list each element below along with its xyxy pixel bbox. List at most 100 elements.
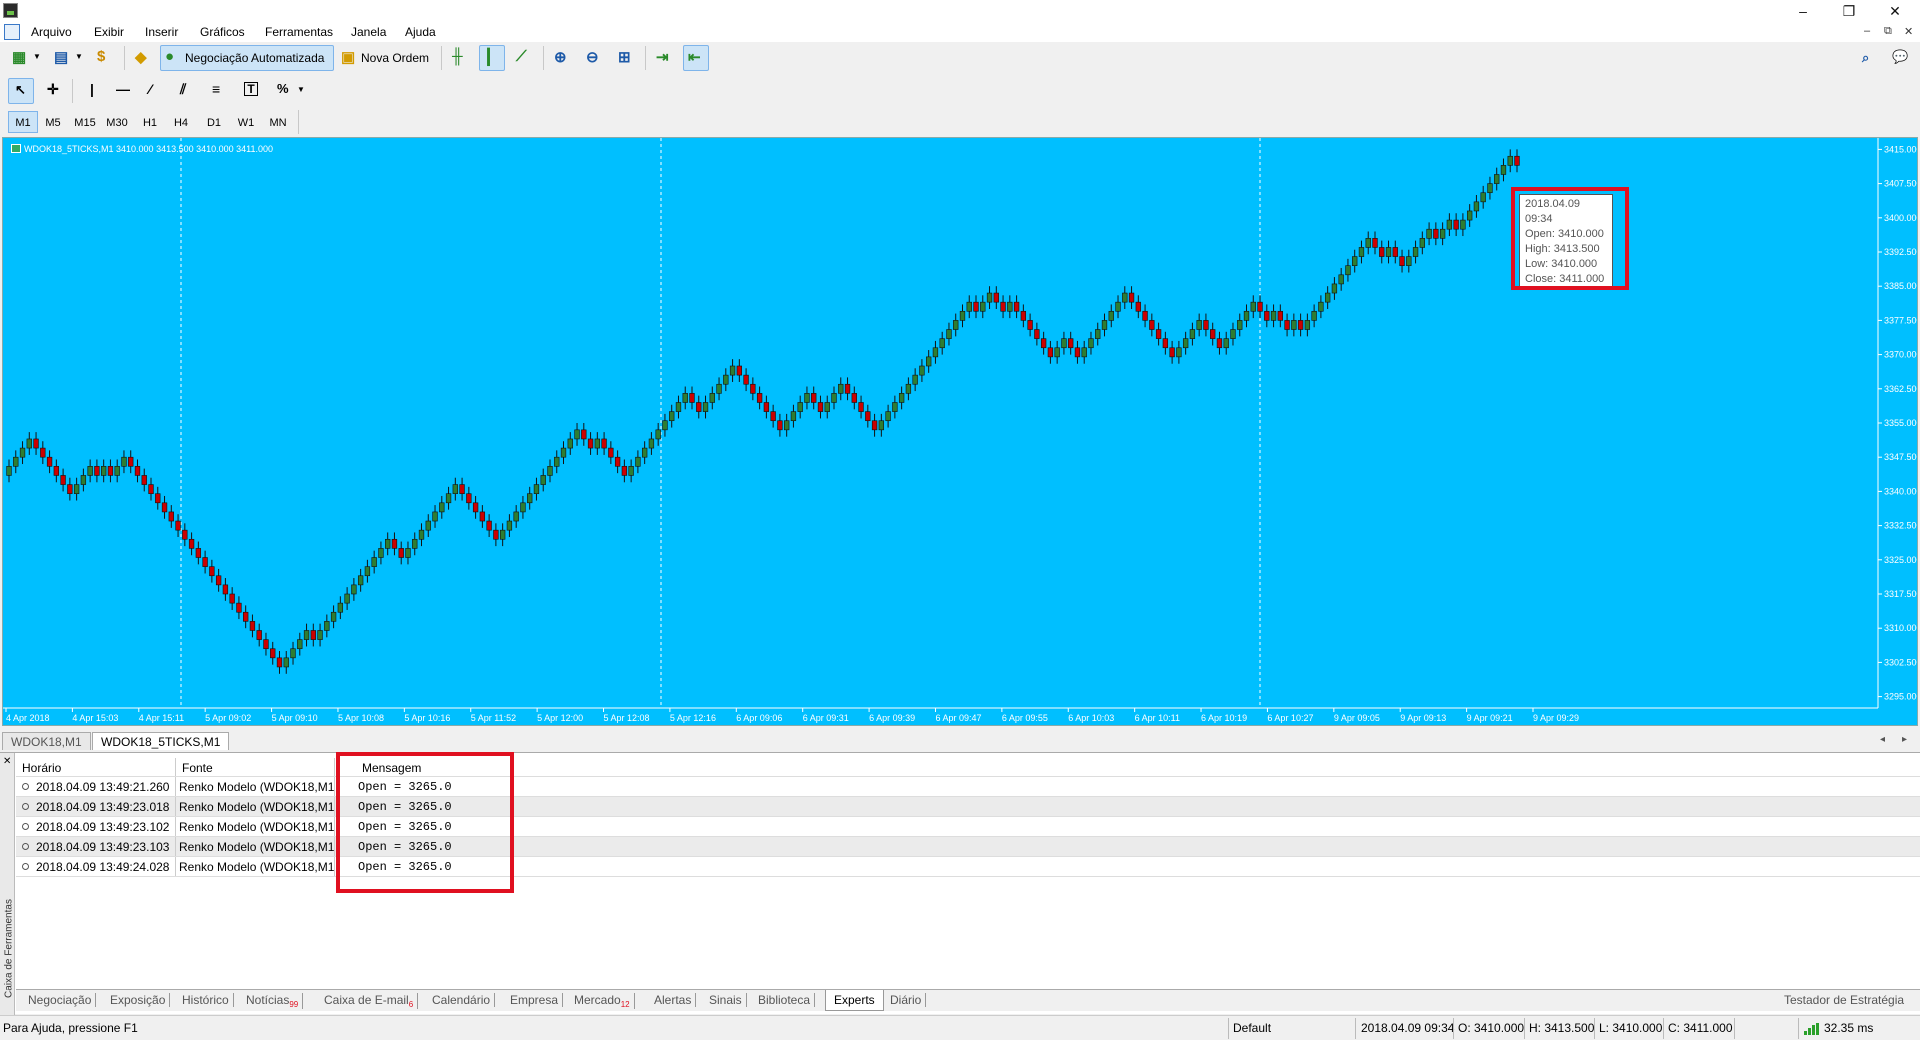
- shapes-tool[interactable]: % ▼: [272, 78, 308, 104]
- menu-graficos[interactable]: Gráficos: [200, 25, 245, 39]
- column-header-source[interactable]: Fonte: [182, 761, 213, 775]
- candle-body: [1500, 165, 1507, 175]
- candle-body: [831, 393, 837, 403]
- chart-tab-wdok18-5ticks[interactable]: WDOK18_5TICKS,M1: [92, 732, 230, 750]
- tab-sinais[interactable]: Sinais: [705, 993, 747, 1007]
- table-row[interactable]: 2018.04.09 13:49:23.018 Renko Modelo (WD…: [16, 797, 1920, 817]
- menu-exibir[interactable]: Exibir: [94, 25, 124, 39]
- chart-shift-button[interactable]: ⇤: [683, 45, 709, 71]
- column-header-time[interactable]: Horário: [22, 761, 61, 775]
- candlestick-chart-button[interactable]: ┃: [479, 45, 505, 71]
- tab-strategy-tester[interactable]: Testador de Estratégia: [1780, 993, 1908, 1007]
- horizontal-line-tool[interactable]: —: [110, 78, 136, 104]
- restore-button[interactable]: ❐: [1826, 0, 1872, 22]
- tab-scroll-right-icon[interactable]: ▸: [1902, 734, 1907, 745]
- timeframe-m1[interactable]: M1: [8, 111, 38, 133]
- market-watch-button[interactable]: $: [92, 45, 118, 71]
- tab-mercado[interactable]: Mercado12: [570, 993, 635, 1009]
- bar-chart-button[interactable]: ╫: [447, 45, 473, 71]
- tab-diario[interactable]: Diário: [886, 993, 927, 1007]
- candle-body: [1196, 320, 1202, 330]
- timeframe-m5[interactable]: M5: [38, 111, 68, 133]
- zoom-out-button[interactable]: ⊖: [581, 45, 607, 71]
- candle-body: [655, 429, 661, 440]
- timeframe-d1[interactable]: D1: [199, 111, 229, 133]
- tab-experts[interactable]: Experts: [825, 990, 884, 1011]
- crosshair-tool[interactable]: ✛: [40, 78, 66, 104]
- menu-arquivo[interactable]: Arquivo: [31, 25, 72, 39]
- menu-ferramentas[interactable]: Ferramentas: [265, 25, 333, 39]
- table-row[interactable]: 2018.04.09 13:49:23.103 Renko Modelo (WD…: [16, 837, 1920, 857]
- candle-body: [283, 657, 289, 668]
- candle-body: [932, 347, 939, 358]
- minimize-button[interactable]: –: [1780, 0, 1826, 22]
- tab-alertas[interactable]: Alertas: [650, 993, 697, 1007]
- chart-symbol-ohlc: WDOK18_5TICKS,M1 3410.000 3413.500 3410.…: [24, 144, 274, 154]
- tab-noticias[interactable]: Notícias99: [242, 993, 304, 1009]
- candle-body: [445, 493, 452, 504]
- cursor-tool[interactable]: ↖: [8, 78, 34, 104]
- timeframe-w1[interactable]: W1: [231, 111, 261, 133]
- y-tick-label: 3355.000: [1884, 418, 1917, 428]
- chart-tab-wdok18-m1[interactable]: WDOK18,M1: [2, 732, 91, 750]
- line-chart-button[interactable]: ⟋: [511, 45, 537, 71]
- toolbox-close-icon[interactable]: ✕: [3, 756, 11, 767]
- candle-body: [73, 484, 80, 494]
- chart-canvas[interactable]: 3415.000 3407.500 3400.000 3392.500 3385.000…: [3, 138, 1917, 725]
- text-tool[interactable]: T: [238, 78, 264, 104]
- candle-body: [743, 374, 749, 385]
- autoscroll-button[interactable]: ⇥: [651, 45, 677, 71]
- candle-body: [1074, 347, 1081, 358]
- timeframe-mn[interactable]: MN: [263, 111, 293, 133]
- chart-window-icon[interactable]: [4, 24, 20, 40]
- tab-caixa-de-email[interactable]: Caixa de E-mail6: [320, 993, 419, 1009]
- timeframe-m30[interactable]: M30: [102, 111, 132, 133]
- tab-scroll-left-icon[interactable]: ◂: [1880, 734, 1885, 745]
- fibonacci-tool[interactable]: ≡: [206, 78, 232, 104]
- connection-status-icon[interactable]: [1804, 1023, 1819, 1035]
- status-profile[interactable]: Default: [1233, 1021, 1271, 1035]
- navigator-button[interactable]: ◆: [130, 45, 156, 71]
- tab-calendario[interactable]: Calendário: [428, 993, 496, 1007]
- search-icon[interactable]: ⌕: [1862, 50, 1869, 66]
- close-button[interactable]: ✕: [1872, 0, 1918, 22]
- table-row[interactable]: 2018.04.09 13:49:24.028 Renko Modelo (WD…: [16, 857, 1920, 877]
- chat-icon[interactable]: 💬: [1892, 49, 1908, 65]
- toolbox-tabs: Negociação Exposição Histórico Notícias9…: [16, 989, 1920, 1011]
- timeframe-h4[interactable]: H4: [166, 111, 196, 133]
- zoom-in-button[interactable]: ⊕: [549, 45, 575, 71]
- candle-body: [1149, 320, 1155, 330]
- tab-biblioteca[interactable]: Biblioteca: [754, 993, 816, 1007]
- menu-ajuda[interactable]: Ajuda: [405, 25, 436, 39]
- candle-body: [506, 520, 513, 531]
- candle-body: [520, 502, 526, 513]
- status-bar: Para Ajuda, pressione F1 Default 2018.04…: [0, 1015, 1920, 1040]
- equidistant-channel-tool[interactable]: ⫽: [174, 78, 200, 104]
- mdi-restore-icon[interactable]: ⧉: [1884, 25, 1892, 38]
- auto-trading-button[interactable]: ● Negociação Automatizada: [160, 45, 334, 71]
- mdi-minimize-icon[interactable]: –: [1864, 25, 1870, 37]
- tab-empresa[interactable]: Empresa: [506, 993, 564, 1007]
- price-chart[interactable]: 3415.000 3407.500 3400.000 3392.500 3385.000…: [2, 137, 1918, 726]
- tab-negociacao[interactable]: Negociação: [24, 993, 97, 1007]
- trendline-tool[interactable]: ⁄: [142, 78, 168, 104]
- menu-inserir[interactable]: Inserir: [145, 25, 178, 39]
- new-chart-button[interactable]: ▦ ▼: [8, 45, 44, 71]
- vertical-line-tool[interactable]: |: [80, 78, 106, 104]
- candle-body: [648, 438, 655, 449]
- table-row[interactable]: 2018.04.09 13:49:23.102 Renko Modelo (WD…: [16, 817, 1920, 837]
- tab-exposicao[interactable]: Exposição: [106, 993, 171, 1007]
- new-order-button[interactable]: ▣ Nova Ordem: [336, 45, 436, 71]
- tab-historico[interactable]: Histórico: [178, 993, 234, 1007]
- tile-windows-button[interactable]: ⊞: [613, 45, 639, 71]
- timeframe-m15[interactable]: M15: [70, 111, 100, 133]
- mdi-close-icon[interactable]: ✕: [1904, 25, 1913, 38]
- trendline-icon: ⁄: [149, 81, 152, 97]
- menu-janela[interactable]: Janela: [351, 25, 386, 39]
- profiles-button[interactable]: ▤ ▼: [50, 45, 86, 71]
- table-row[interactable]: 2018.04.09 13:49:21.260 Renko Modelo (WD…: [16, 777, 1920, 797]
- zoom-in-icon: ⊕: [554, 49, 567, 66]
- timeframe-h1[interactable]: H1: [135, 111, 165, 133]
- candle-body: [1352, 256, 1358, 266]
- cursor-icon: ↖: [15, 82, 26, 97]
